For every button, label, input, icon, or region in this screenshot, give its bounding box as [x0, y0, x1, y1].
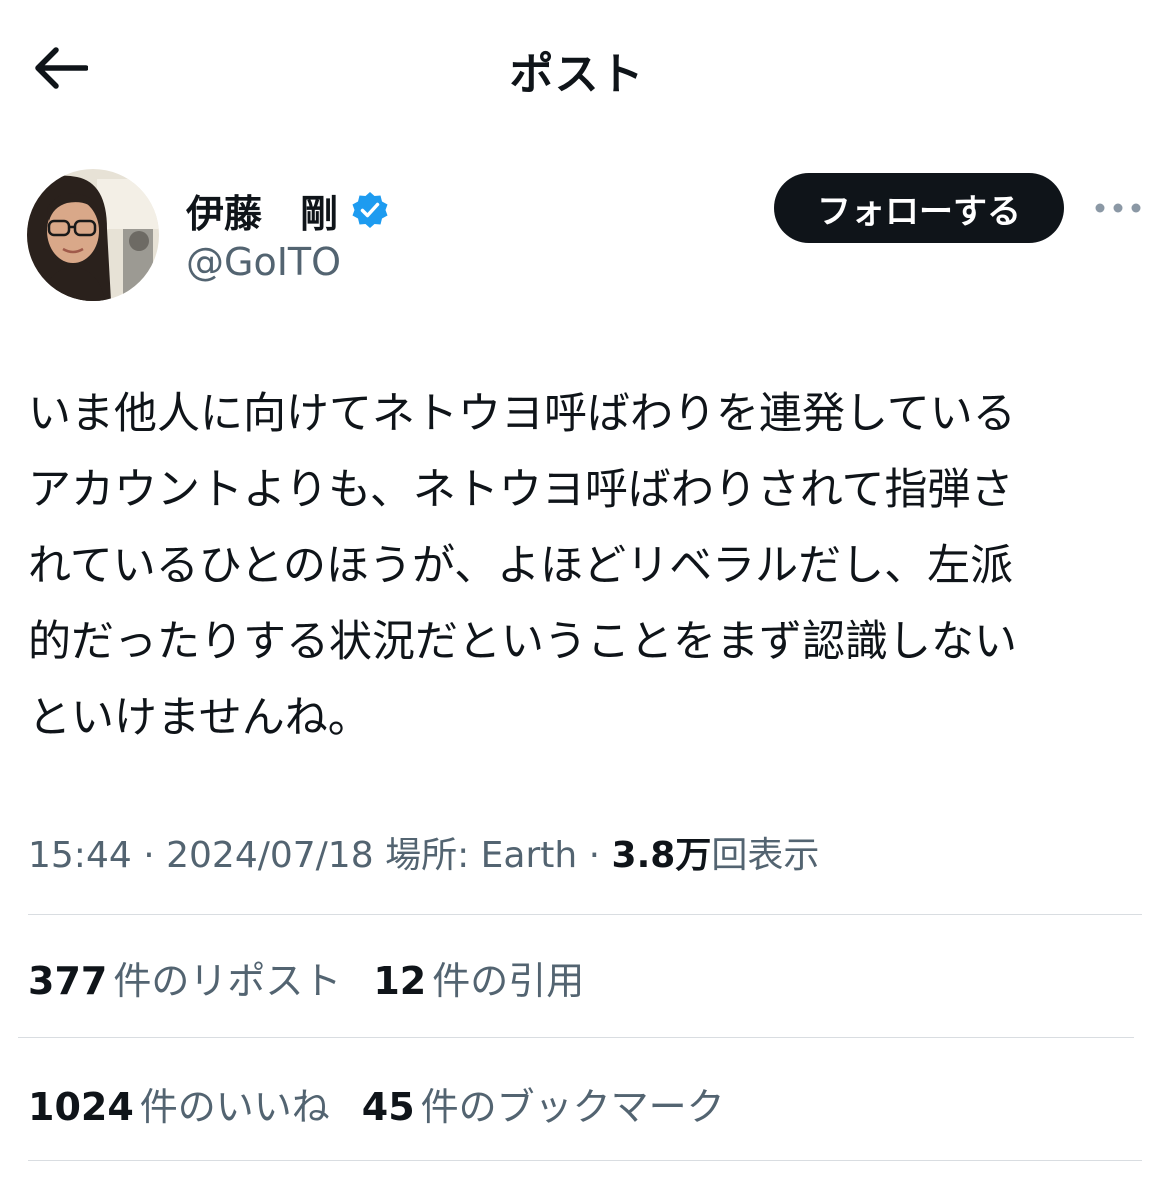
bookmarks-count: 45 — [361, 1085, 415, 1129]
likes-label: 件のいいね — [139, 1085, 330, 1129]
reposts-count: 377 — [28, 959, 108, 1003]
divider — [28, 1160, 1142, 1161]
stats-row-likes: 1024 件のいいね 45 件のブックマーク — [28, 1076, 757, 1131]
reposts-label: 件のリポスト — [113, 959, 342, 1003]
quotes-label: 件の引用 — [432, 959, 585, 1003]
views-count: 3.8万 — [611, 835, 712, 876]
reposts-stat[interactable]: 377 件のリポスト — [28, 950, 341, 1005]
more-horizontal-icon — [1095, 203, 1141, 213]
avatar[interactable] — [27, 169, 159, 301]
quotes-count: 12 — [373, 959, 427, 1003]
likes-count: 1024 — [28, 1085, 134, 1129]
divider — [28, 914, 1142, 915]
post-time[interactable]: 15:44 — [28, 835, 132, 876]
page-title: ポスト — [509, 49, 645, 100]
avatar-photo — [27, 169, 159, 301]
meta-separator: · — [588, 835, 601, 876]
post-location: 場所: Earth — [385, 835, 578, 876]
more-button[interactable] — [1090, 190, 1146, 226]
meta-separator: · — [143, 835, 155, 876]
author-name-row[interactable]: 伊藤 剛 — [186, 182, 390, 238]
post-date[interactable]: 2024/07/18 — [166, 835, 374, 876]
bookmarks-stat[interactable]: 45 件のブックマーク — [362, 1076, 725, 1131]
likes-stat[interactable]: 1024 件のいいね — [28, 1076, 330, 1131]
post-text: いま他人に向けてネトウヨ呼ばわりを連発している アカウントよりも、ネトウヨ呼ばわ… — [28, 389, 1017, 743]
quotes-stat[interactable]: 12 件の引用 — [373, 950, 584, 1005]
views-label: 回表示 — [711, 835, 820, 876]
follow-button[interactable]: フォローする — [774, 173, 1064, 243]
post-meta: 15:44 · 2024/07/18 場所: Earth · 3.8万回表示 — [28, 826, 819, 878]
author-handle[interactable]: @GoITO — [186, 240, 341, 284]
display-name[interactable]: 伊藤 剛 — [186, 183, 338, 238]
stats-row-reposts: 377 件のリポスト 12 件の引用 — [28, 950, 616, 1005]
top-bar: ポスト — [0, 0, 1154, 134]
verified-badge-icon — [352, 192, 388, 228]
divider — [18, 1037, 1134, 1038]
bookmarks-label: 件のブックマーク — [420, 1085, 725, 1129]
